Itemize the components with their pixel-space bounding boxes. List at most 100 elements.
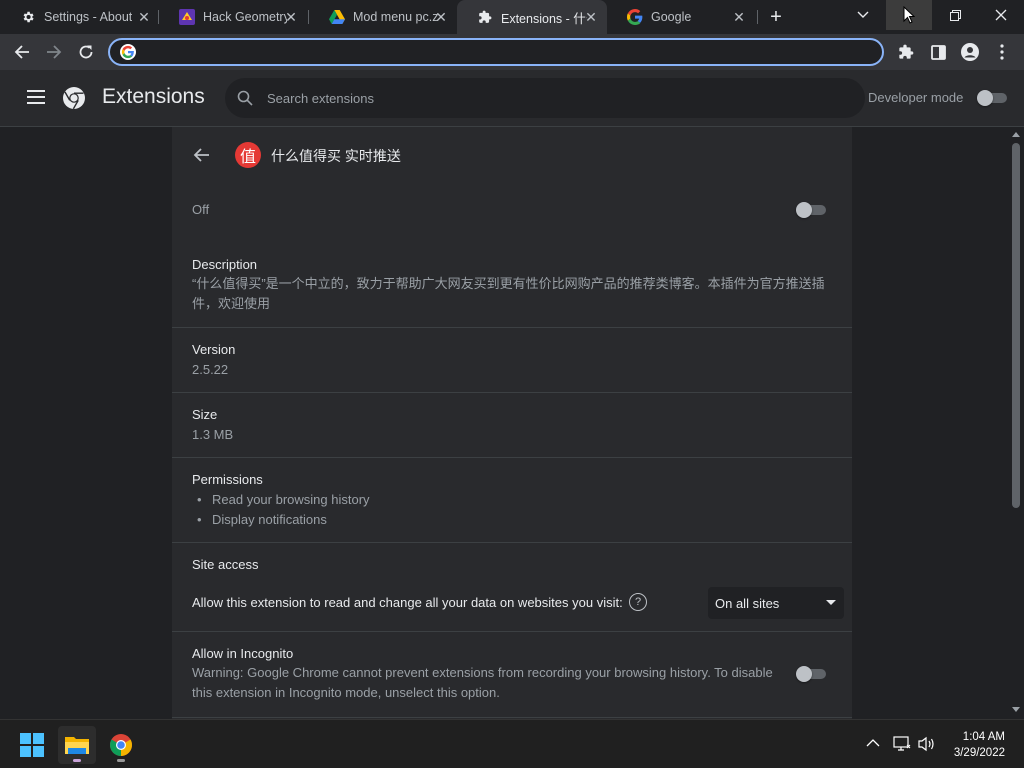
running-indicator [73,759,81,762]
windows-logo-icon [20,733,44,757]
google-icon [627,9,643,25]
tab-extensions[interactable]: Extensions - 什么 ✕ [457,0,607,34]
tab-close-icon[interactable]: ✕ [136,9,152,25]
site-access-select[interactable]: On all sites [708,587,844,619]
start-button[interactable] [13,726,51,764]
system-clock[interactable]: 1:04 AM 3/29/2022 [954,729,1005,761]
tab-close-icon[interactable]: ✕ [283,9,299,25]
drive-icon [329,9,345,25]
close-icon [995,9,1007,21]
puzzle-icon [477,9,493,25]
tab-hack-geometry[interactable]: Hack Geometry ✕ [159,0,309,34]
page-title: Extensions [102,85,205,108]
chrome-menu-button[interactable] [990,40,1014,64]
description-label: Description [192,257,258,272]
tab-mod-menu[interactable]: Mod menu pc.z ✕ [309,0,457,34]
clock-time: 1:04 AM [962,731,1005,743]
mouse-cursor-icon [903,6,915,24]
chrome-taskbar-button[interactable] [102,726,140,764]
tab-title: Settings - About [44,10,132,24]
google-icon [120,44,136,60]
details-header: 值 什么值得买 实时推送 [172,127,852,183]
scroll-down-icon[interactable] [1012,707,1020,712]
game-icon [179,9,195,25]
toggle-knob [796,202,812,218]
reload-icon [79,45,93,59]
volume-icon[interactable] [918,736,936,752]
tab-settings[interactable]: Settings - About ✕ [0,0,158,34]
toggle-knob [796,666,812,682]
reload-button[interactable] [74,40,98,64]
incognito-toggle[interactable] [796,666,828,682]
search-extensions-box[interactable] [225,78,865,118]
puzzle-icon [899,44,914,59]
incognito-row: Allow in Incognito Warning: Google Chrom… [172,632,852,718]
incognito-label: Allow in Incognito [192,646,294,661]
profile-button[interactable] [958,40,982,64]
avatar-icon [961,43,979,61]
description-text: “什么值得买”是一个中立的，致力于帮助广大网友买到更有性价比网购产品的推荐类博客… [192,276,825,291]
size-value: 1.3 MB [192,427,234,442]
extensions-menu-button[interactable] [894,40,918,64]
site-access-text: Allow this extension to read and change … [192,595,623,610]
incognito-warning-cont: this extension in Incognito mode, unsele… [192,685,500,700]
close-window-button[interactable] [978,0,1024,30]
minimize-button[interactable] [886,0,932,30]
chrome-logo-icon [63,87,85,110]
extension-enable-toggle[interactable] [796,202,828,218]
restore-icon [949,9,961,21]
tab-close-icon[interactable]: ✕ [433,9,449,25]
running-indicator [117,759,125,762]
back-button[interactable] [10,40,34,64]
forward-button[interactable] [42,40,66,64]
tab-title: Google [651,10,692,24]
network-icon[interactable] [893,736,911,752]
clock-date: 3/29/2022 [953,747,1005,759]
version-row: Version 2.5.22 [172,328,852,393]
enable-row: Off [172,183,852,246]
developer-mode-label: Developer mode [868,90,964,105]
extension-details-card: 值 什么值得买 实时推送 Off Description “什么值得买”是一个中… [172,127,852,719]
extensions-header: Extensions Developer mode [0,70,1024,127]
site-access-row: Site access Allow this extension to read… [172,543,852,632]
permission-item: Read your browsing history [192,490,370,510]
gear-icon [20,9,36,25]
omnibox[interactable] [108,38,884,66]
dropdown-caret-icon [826,600,836,605]
folder-icon [65,737,89,754]
file-explorer-button[interactable] [58,726,96,764]
new-tab-button[interactable]: + [766,7,786,27]
permissions-row: Permissions Read your browsing history D… [172,458,852,543]
site-access-label: Site access [192,557,259,572]
description-row: Description “什么值得买”是一个中立的，致力于帮助广大网友买到更有性… [172,246,852,328]
tab-close-icon[interactable]: ✕ [731,9,747,25]
permissions-label: Permissions [192,472,263,487]
side-panel-button[interactable] [926,40,950,64]
arrow-right-icon [47,45,62,59]
developer-mode-toggle[interactable] [977,90,1009,106]
chevron-up-icon[interactable] [866,738,880,747]
search-icon [237,90,253,106]
permissions-list: Read your browsing history Display notif… [192,490,370,530]
help-icon[interactable]: ? [629,593,647,611]
enabled-status: Off [192,202,210,217]
chevron-down-icon [857,11,869,18]
more-vert-icon [1000,44,1004,60]
restore-button[interactable] [932,0,978,30]
toggle-knob [977,90,993,106]
tab-close-icon[interactable]: ✕ [583,9,599,25]
page-scrollbar[interactable] [1008,127,1024,719]
scroll-up-icon[interactable] [1012,132,1020,137]
version-value: 2.5.22 [192,362,229,377]
browser-window: Settings - About ✕ Hack Geometry ✕ Mod m… [0,0,1024,768]
search-input[interactable] [267,90,827,106]
tab-divider [757,10,758,24]
side-panel-icon [930,44,946,60]
tab-title: Extensions - 什么 [501,11,587,26]
scrollbar-thumb[interactable] [1012,143,1020,508]
tab-google[interactable]: Google ✕ [607,0,757,34]
tab-search-button[interactable] [840,0,886,30]
back-arrow-icon[interactable] [192,145,212,165]
omnibox-input[interactable] [144,44,882,60]
menu-icon[interactable] [27,90,45,104]
